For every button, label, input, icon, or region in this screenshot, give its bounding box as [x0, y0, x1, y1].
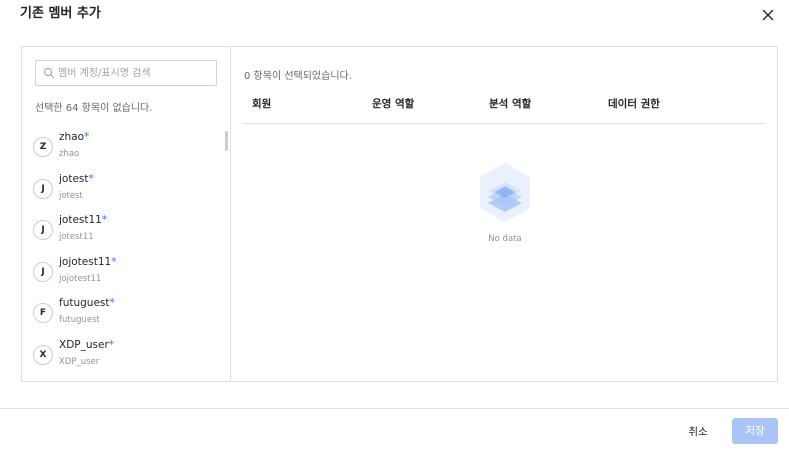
column-header-operation-role: 운영 역할 — [372, 98, 415, 110]
member-account: XDP_user — [59, 357, 100, 367]
member-name: futuguest* — [59, 297, 115, 309]
member-list-scrollbar[interactable] — [225, 131, 228, 151]
member-display-name: jotest11 — [59, 214, 102, 226]
selected-count-text: 0 항목이 선택되었습니다. — [244, 71, 352, 82]
avatar: J — [33, 262, 53, 282]
member-item[interactable]: J jotest11* jotest11 — [33, 214, 218, 254]
member-item[interactable]: F futuguest* futuguest — [33, 297, 218, 337]
search-box[interactable] — [35, 60, 217, 86]
search-input[interactable] — [58, 61, 214, 85]
empty-data-icon — [480, 163, 530, 222]
cancel-button[interactable]: 취소 — [676, 420, 720, 444]
member-account: jotest — [59, 191, 83, 201]
member-display-name: jojotest11 — [59, 256, 112, 268]
member-display-name: futuguest — [59, 297, 110, 309]
member-name: zhao* — [59, 131, 89, 143]
avatar: J — [33, 220, 53, 240]
member-item[interactable]: J jojotest11* jojotest11 — [33, 256, 218, 296]
close-icon — [762, 9, 774, 21]
avatar: J — [33, 179, 53, 199]
member-name: jotest11* — [59, 214, 107, 226]
dialog-title: 기존 멤버 추가 — [20, 6, 101, 21]
member-account: zhao — [59, 149, 80, 159]
member-marker: * — [84, 131, 90, 143]
column-header-analysis-role: 분석 역할 — [489, 98, 532, 110]
member-source-pane: 선택한 64 항목이 없습니다. Z zhao* zhao J jotest* … — [22, 47, 231, 381]
empty-state-text: No data — [488, 234, 522, 244]
member-account: jojotest11 — [59, 274, 102, 284]
save-button[interactable]: 저장 — [732, 418, 778, 444]
close-button[interactable] — [760, 7, 776, 23]
avatar: F — [33, 303, 53, 323]
member-marker: * — [88, 173, 94, 185]
member-item[interactable]: X XDP_user* XDP_user — [33, 339, 218, 379]
member-list: Z zhao* zhao J jotest* jotest J jotest11… — [22, 131, 222, 381]
member-marker: * — [108, 339, 115, 351]
search-icon — [43, 67, 55, 79]
member-account: jotest11 — [59, 232, 94, 242]
member-transfer-panel: 선택한 64 항목이 없습니다. Z zhao* zhao J jotest* … — [21, 46, 778, 382]
selected-info-text: 선택한 64 항목이 없습니다. — [35, 103, 153, 114]
member-item[interactable]: J jotest* jotest — [33, 173, 218, 213]
member-item[interactable]: Z zhao* zhao — [33, 131, 218, 171]
column-header-data-permission: 데이터 권한 — [608, 98, 660, 110]
member-name: jojotest11* — [59, 256, 116, 268]
column-header-member: 회원 — [252, 98, 272, 110]
footer-divider — [0, 408, 789, 409]
member-account: futuguest — [59, 315, 100, 325]
member-marker: * — [101, 214, 108, 226]
member-display-name: jotest — [59, 173, 89, 185]
avatar: Z — [33, 137, 53, 157]
avatar: X — [33, 345, 53, 365]
member-name: jotest* — [59, 173, 94, 185]
empty-state: No data — [477, 162, 533, 244]
member-display-name: XDP_user — [59, 339, 109, 351]
member-marker: * — [109, 297, 115, 309]
member-marker: * — [111, 256, 117, 268]
selected-members-pane: 0 항목이 선택되었습니다. 회원 운영 역할 분석 역할 데이터 권한 No … — [232, 47, 777, 381]
member-display-name: zhao — [59, 131, 85, 143]
table-header: 회원 운영 역할 분석 역할 데이터 권한 — [244, 85, 765, 124]
member-name: XDP_user* — [59, 339, 114, 351]
